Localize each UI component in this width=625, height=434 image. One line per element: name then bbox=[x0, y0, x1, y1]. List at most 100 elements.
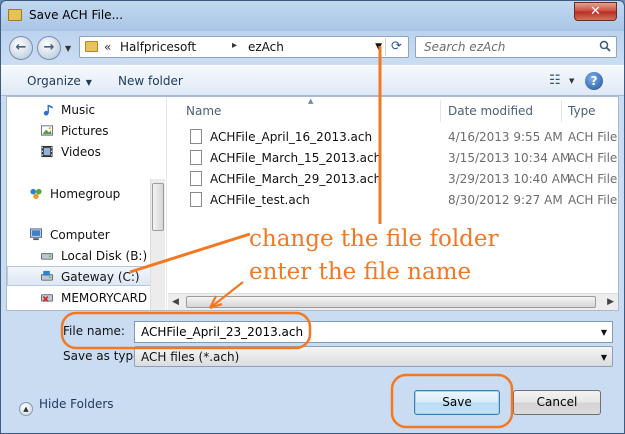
computer-icon bbox=[29, 228, 43, 241]
file-icon bbox=[190, 150, 202, 165]
recent-pages-chevron-icon[interactable]: ▼ bbox=[65, 44, 71, 53]
file-icon bbox=[190, 192, 202, 207]
chevron-down-icon[interactable]: ▼ bbox=[601, 353, 607, 362]
music-icon bbox=[43, 104, 53, 116]
back-button[interactable]: ← bbox=[9, 36, 33, 60]
hide-folders-label: Hide Folders bbox=[39, 397, 114, 411]
cancel-button[interactable]: Cancel bbox=[513, 390, 601, 415]
annotation-text-enter-filename: enter the file name bbox=[249, 259, 472, 285]
table-row[interactable]: ACHFile_March_15_2013.ach 3/15/2013 10:3… bbox=[186, 148, 618, 169]
disk-icon bbox=[40, 253, 54, 260]
sidebar-item-label: Local Disk (B:) bbox=[61, 249, 148, 263]
save-dialog: Save ACH File... ✕ ← → ▼ « Halfpricesoft… bbox=[0, 0, 625, 434]
file-date: 3/15/2013 10:34 AM bbox=[448, 151, 571, 165]
scroll-right-icon[interactable]: ▶ bbox=[607, 297, 614, 307]
search-placeholder: Search ezAch bbox=[424, 40, 506, 54]
file-icon bbox=[190, 129, 202, 144]
breadcrumb-ezach[interactable]: ezAch bbox=[248, 40, 284, 54]
sidebar-item-label: Videos bbox=[61, 145, 101, 159]
navigation-scrollbar[interactable] bbox=[150, 179, 165, 310]
sidebar-item-label: MEMORYCARD ( bbox=[61, 291, 156, 305]
file-type: ACH File bbox=[568, 130, 618, 144]
address-bar-row: ← → ▼ « Halfpricesoft ▸ ezAch ▼ ⟳ Search… bbox=[1, 31, 624, 63]
column-header-date-modified[interactable]: Date modified bbox=[448, 97, 533, 122]
refresh-button[interactable]: ⟳ bbox=[385, 38, 407, 56]
file-name-value: ACHFile_April_23_2013.ach bbox=[141, 325, 304, 339]
chevron-down-icon: ▼ bbox=[85, 78, 92, 87]
sidebar-item-memorycard[interactable]: MEMORYCARD ( bbox=[7, 288, 156, 308]
sort-ascending-icon: ▲ bbox=[308, 97, 314, 105]
homegroup-icon bbox=[30, 188, 42, 200]
sidebar-item-label: Computer bbox=[50, 228, 110, 242]
address-dropdown-icon[interactable]: ▼ bbox=[375, 42, 382, 52]
file-name-field[interactable]: ACHFile_April_23_2013.ach ▼ bbox=[134, 321, 613, 343]
search-icon bbox=[599, 40, 611, 52]
sidebar-item-homegroup[interactable]: Homegroup bbox=[7, 184, 153, 204]
new-folder-button[interactable]: New folder bbox=[118, 74, 183, 88]
file-name-label: File name: bbox=[63, 324, 125, 338]
table-row[interactable]: ACHFile_March_29_2013.ach 3/29/2013 10:4… bbox=[186, 169, 618, 190]
column-divider[interactable] bbox=[561, 100, 562, 122]
column-divider[interactable] bbox=[440, 100, 441, 122]
navigation-pane: Music Pictures Videos Homegroup Computer… bbox=[7, 97, 167, 310]
file-date: 4/16/2013 9:55 AM bbox=[448, 130, 563, 144]
file-name: ACHFile_test.ach bbox=[210, 193, 310, 207]
views-icon[interactable]: ☷ bbox=[549, 73, 561, 88]
table-row[interactable]: ACHFile_April_16_2013.ach 4/16/2013 9:55… bbox=[186, 127, 618, 148]
sidebar-item-gateway-c[interactable]: Gateway (C:) bbox=[7, 266, 153, 286]
search-input[interactable]: Search ezAch bbox=[415, 36, 617, 58]
pictures-icon bbox=[40, 125, 54, 136]
close-button[interactable]: ✕ bbox=[574, 2, 617, 21]
breadcrumb-separator-icon[interactable]: ▸ bbox=[232, 40, 237, 51]
column-header-type[interactable]: Type bbox=[568, 97, 596, 122]
file-name: ACHFile_March_29_2013.ach bbox=[210, 172, 382, 186]
table-row[interactable]: ACHFile_test.ach 8/30/2012 9:27 AM ACH F… bbox=[186, 190, 618, 211]
chevron-up-icon: ▲ bbox=[19, 402, 33, 416]
sidebar-item-pictures[interactable]: Pictures bbox=[7, 121, 153, 141]
sidebar-item-label: Homegroup bbox=[50, 187, 121, 201]
save-button[interactable]: Save bbox=[414, 390, 500, 415]
window-title: Save ACH File... bbox=[29, 8, 124, 22]
help-button[interactable]: ? bbox=[585, 72, 603, 90]
folder-icon bbox=[8, 9, 22, 21]
scrollbar-thumb[interactable] bbox=[186, 296, 596, 308]
command-toolbar: Organize ▼ New folder ☷ ▼ ? bbox=[1, 65, 624, 96]
folder-icon bbox=[85, 41, 98, 52]
scrollbar-thumb[interactable] bbox=[152, 183, 164, 231]
file-icon bbox=[190, 171, 202, 186]
file-date: 8/30/2012 9:27 AM bbox=[448, 193, 563, 207]
breadcrumb-overflow[interactable]: « bbox=[104, 40, 111, 54]
column-header-name[interactable]: Name bbox=[186, 97, 221, 122]
save-as-type-select[interactable]: ACH files (*.ach) ▼ bbox=[134, 346, 613, 367]
disk-icon bbox=[40, 270, 54, 281]
sidebar-item-label: Pictures bbox=[61, 124, 109, 138]
hide-folders-button[interactable]: ▲ Hide Folders bbox=[19, 397, 114, 416]
sidebar-item-videos[interactable]: Videos bbox=[7, 142, 153, 162]
sidebar-item-music[interactable]: Music bbox=[7, 100, 153, 120]
file-type: ACH File bbox=[568, 193, 618, 207]
title-bar: Save ACH File... ✕ bbox=[1, 1, 624, 31]
forward-button[interactable]: → bbox=[37, 36, 61, 60]
save-as-type-value: ACH files (*.ach) bbox=[141, 350, 240, 364]
sidebar-item-local-disk-b[interactable]: Local Disk (B:) bbox=[7, 246, 153, 266]
memory-card-icon bbox=[40, 294, 54, 302]
breadcrumb-halfpricesoft[interactable]: Halfpricesoft bbox=[120, 40, 196, 54]
file-date: 3/29/2013 10:40 AM bbox=[448, 172, 571, 186]
save-as-type-label: Save as type: bbox=[63, 349, 145, 363]
refresh-icon: ⟳ bbox=[391, 39, 402, 54]
views-chevron-icon[interactable]: ▼ bbox=[569, 77, 574, 85]
organize-button[interactable]: Organize ▼ bbox=[27, 74, 92, 88]
file-type: ACH File bbox=[568, 151, 618, 165]
sidebar-item-label: Gateway (C:) bbox=[61, 270, 140, 284]
horizontal-scrollbar[interactable]: ◀ ▶ bbox=[168, 293, 618, 310]
address-bar[interactable]: « Halfpricesoft ▸ ezAch ▼ ⟳ bbox=[79, 36, 409, 58]
file-name: ACHFile_April_16_2013.ach bbox=[210, 130, 373, 144]
scroll-left-icon[interactable]: ◀ bbox=[172, 297, 179, 307]
sidebar-item-computer[interactable]: Computer bbox=[7, 225, 153, 245]
sidebar-item-label: Music bbox=[61, 103, 96, 117]
chevron-down-icon[interactable]: ▼ bbox=[601, 328, 607, 337]
annotation-text-change-folder: change the file folder bbox=[249, 226, 499, 252]
videos-icon bbox=[41, 145, 53, 158]
file-name: ACHFile_March_15_2013.ach bbox=[210, 151, 382, 165]
file-type: ACH File bbox=[568, 172, 618, 186]
